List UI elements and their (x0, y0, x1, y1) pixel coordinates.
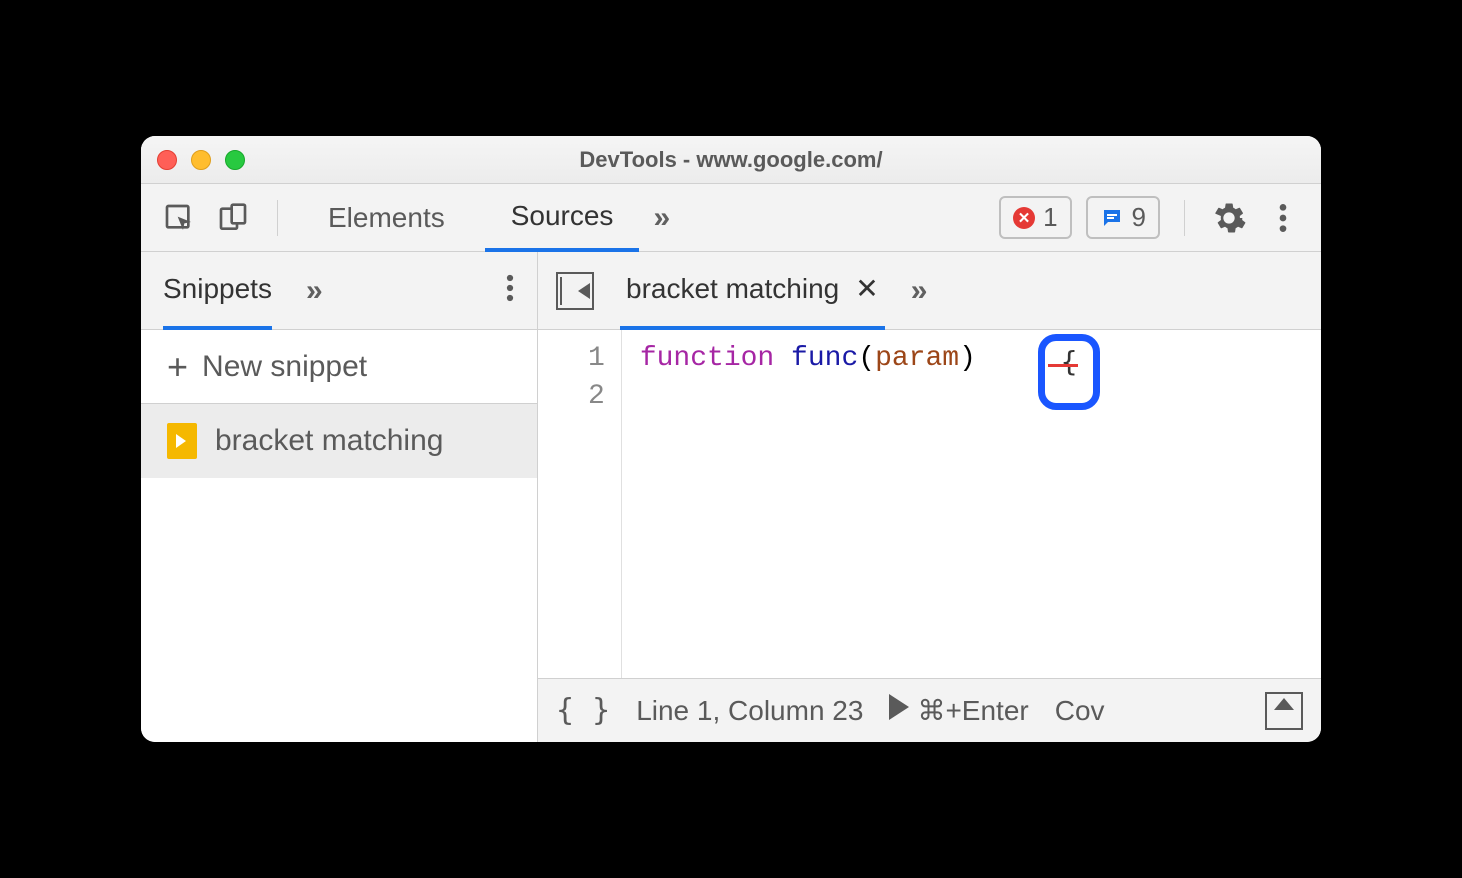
more-tabs-icon[interactable]: » (653, 201, 670, 235)
editor-tabs: bracket matching ✕ » (538, 252, 1321, 330)
token-brace: { (1061, 345, 1078, 378)
navigator-toggle-icon[interactable] (556, 272, 594, 310)
maximize-window-button[interactable] (225, 150, 245, 170)
drawer-toggle-icon[interactable] (1265, 692, 1303, 730)
sidebar-tab-snippets[interactable]: Snippets (163, 252, 272, 330)
errors-badge[interactable]: ✕ 1 (999, 196, 1071, 239)
settings-icon[interactable] (1209, 198, 1249, 238)
errors-count: 1 (1043, 202, 1057, 233)
device-toggle-icon[interactable] (213, 198, 253, 238)
titlebar: DevTools - www.google.com/ (141, 136, 1321, 184)
token-param: param (875, 343, 959, 374)
toolbar-separator (1184, 200, 1185, 236)
cursor-position: Line 1, Column 23 (636, 695, 863, 727)
new-snippet-button[interactable]: + New snippet (141, 330, 537, 404)
toolbar-separator (277, 200, 278, 236)
code-content: function func(param) (622, 330, 994, 678)
minimize-window-button[interactable] (191, 150, 211, 170)
close-tab-icon[interactable]: ✕ (855, 272, 878, 305)
main-toolbar: Elements Sources » ✕ 1 9 (141, 184, 1321, 252)
tab-sources[interactable]: Sources (485, 184, 640, 252)
more-sidebar-tabs-icon[interactable]: » (306, 274, 323, 308)
line-number: 2 (588, 378, 605, 416)
run-hint: ⌘+Enter (917, 695, 1028, 726)
status-bar: { } Line 1, Column 23 ⌘+Enter Cov (538, 678, 1321, 742)
sidebar: Snippets » + New snippet bracket matchin… (141, 252, 538, 742)
error-underline (1048, 364, 1078, 367)
messages-badge[interactable]: 9 (1086, 196, 1160, 239)
close-window-button[interactable] (157, 150, 177, 170)
traffic-lights (157, 150, 245, 170)
snippet-file-icon (167, 423, 197, 459)
inspect-element-icon[interactable] (159, 198, 199, 238)
kebab-menu-icon[interactable] (1263, 198, 1303, 238)
more-editor-tabs-icon[interactable]: » (911, 274, 928, 308)
message-icon (1100, 206, 1124, 230)
snippet-name: bracket matching (215, 424, 443, 458)
sidebar-header: Snippets » (141, 252, 537, 330)
devtools-window: DevTools - www.google.com/ Elements Sour… (141, 136, 1321, 742)
line-number: 1 (588, 340, 605, 378)
token-keyword: function (640, 343, 774, 374)
error-icon: ✕ (1013, 207, 1035, 229)
new-snippet-label: New snippet (202, 350, 367, 384)
body-area: Snippets » + New snippet bracket matchin… (141, 252, 1321, 742)
plus-icon: + (167, 349, 188, 385)
sidebar-kebab-icon[interactable] (505, 273, 515, 308)
token-paren: ( (858, 343, 875, 374)
snippet-item[interactable]: bracket matching (141, 404, 537, 478)
editor-pane: bracket matching ✕ » 1 2 function func(p… (538, 252, 1321, 742)
code-editor[interactable]: 1 2 function func(param) { (538, 330, 1321, 678)
play-icon (889, 694, 909, 720)
line-gutter: 1 2 (538, 330, 622, 678)
bracket-highlight-annotation: { (1038, 334, 1100, 410)
run-snippet-button[interactable]: ⌘+Enter (889, 694, 1028, 727)
format-code-icon[interactable]: { } (556, 693, 610, 728)
tab-elements[interactable]: Elements (302, 184, 471, 252)
token-function-name: func (791, 343, 858, 374)
coverage-label[interactable]: Cov (1055, 695, 1105, 727)
messages-count: 9 (1132, 202, 1146, 233)
editor-tab-label: bracket matching (626, 273, 839, 305)
window-title: DevTools - www.google.com/ (141, 147, 1321, 173)
token-paren: ) (959, 343, 976, 374)
editor-tab-active[interactable]: bracket matching ✕ (620, 252, 885, 330)
